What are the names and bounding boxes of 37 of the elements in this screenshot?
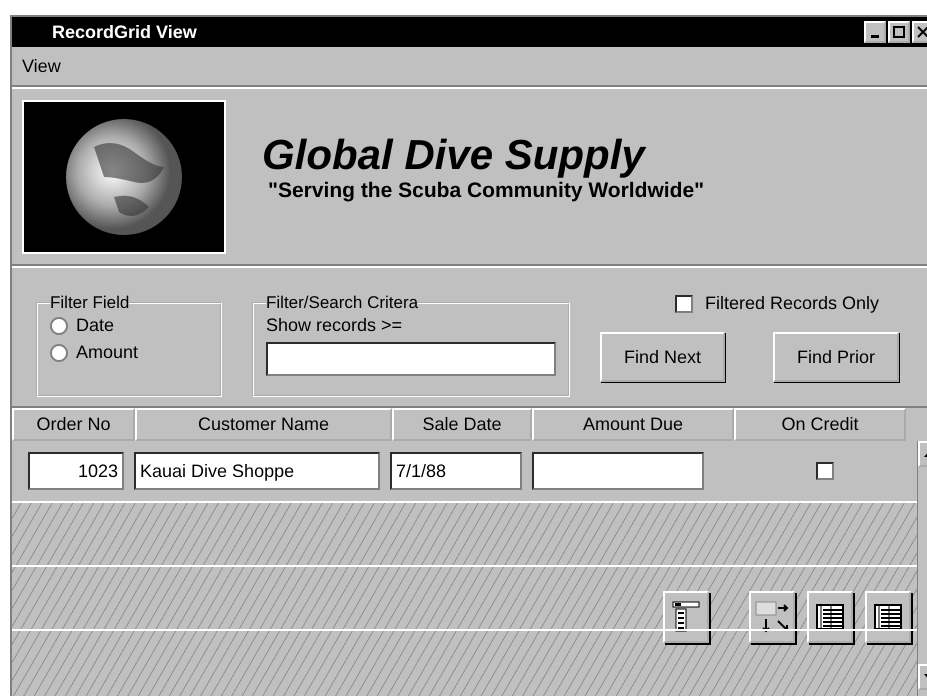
customer-name-field[interactable]: Kauai Dive Shoppe — [134, 452, 380, 490]
find-button[interactable]: Find Prior — [773, 332, 900, 382]
maximize-button[interactable] — [888, 21, 910, 43]
toolbar-button[interactable] — [663, 591, 709, 643]
column-header[interactable]: Sale Date — [392, 408, 532, 441]
group-label: Filter/Search Critera — [266, 293, 418, 313]
toolbar-button[interactable] — [865, 591, 911, 643]
order-number-field[interactable]: 1023 — [28, 452, 124, 490]
column-header[interactable]: On Credit — [734, 408, 906, 441]
menu-item[interactable]: View — [22, 56, 61, 76]
column-header[interactable]: Order No — [12, 408, 135, 441]
maximize-icon — [893, 26, 905, 38]
checkbox[interactable] — [675, 294, 693, 312]
column-header[interactable]: Customer Name — [135, 408, 392, 441]
toolbar-button[interactable] — [749, 591, 795, 643]
search-input-field[interactable] — [266, 342, 556, 376]
radio-button[interactable] — [50, 344, 68, 362]
close-icon — [917, 26, 927, 38]
radio-label: Date — [76, 315, 114, 336]
company-tagline: "Serving the Scuba Community Worldwide" — [268, 178, 704, 202]
column-header[interactable]: Amount Due — [532, 408, 734, 441]
minimize-icon — [871, 35, 879, 38]
window-title: RecordGrid View — [52, 22, 198, 42]
radio-label: Amount — [76, 342, 138, 363]
minimize-button[interactable] — [864, 21, 886, 43]
sale-date-field[interactable]: 7/1/88 — [390, 452, 522, 490]
globe-icon — [64, 116, 184, 236]
field-label: Show records >= — [266, 315, 404, 336]
checkbox-label: Filtered Records Only — [705, 293, 880, 314]
grid-direction-icon — [754, 599, 790, 635]
toolbar-button[interactable] — [807, 591, 853, 643]
amount-due-field[interactable] — [532, 452, 704, 490]
find-button[interactable]: Find Next — [600, 332, 726, 382]
company-title: Global Dive Supply — [262, 130, 648, 178]
checkbox[interactable] — [816, 462, 834, 480]
group-label: Filter Field — [50, 293, 130, 313]
radio-button[interactable] — [50, 316, 68, 334]
